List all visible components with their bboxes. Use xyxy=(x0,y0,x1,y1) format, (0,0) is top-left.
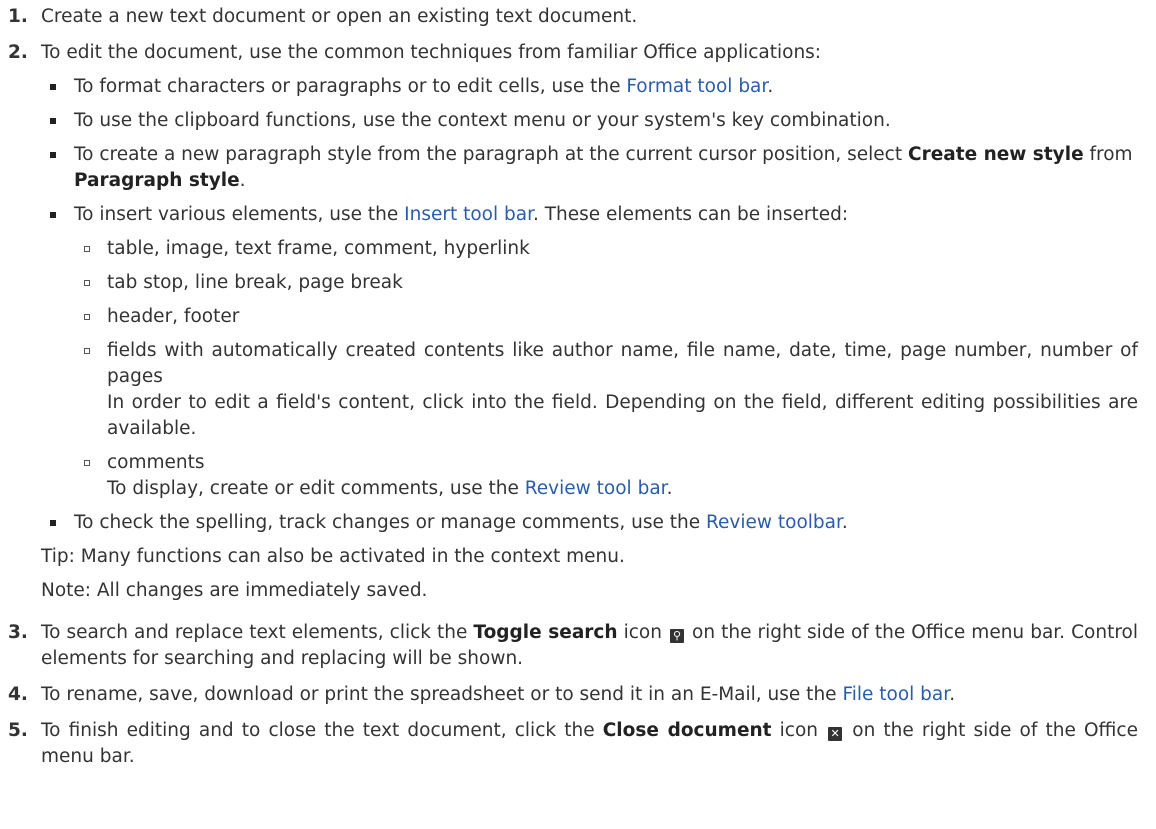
sub-item-text: comments xyxy=(107,452,205,473)
review-toolbar-link-2[interactable]: Review toolbar xyxy=(706,512,842,533)
sub-item-text: header, footer xyxy=(107,306,240,327)
step-text: . xyxy=(949,684,956,705)
step-number: 4. xyxy=(8,684,28,705)
sub-item-tab-stop: tab stop, line break, page break xyxy=(74,270,1138,296)
bullet-text: To check the spelling, track changes or … xyxy=(74,512,707,533)
bullet-text: from xyxy=(1083,144,1133,165)
bullet-text: To use the clipboard functions, use the … xyxy=(74,110,891,131)
insert-toolbar-link[interactable]: Insert tool bar xyxy=(404,204,533,225)
search-icon: ⚲ xyxy=(670,629,685,643)
step-1: 1. Create a new text document or open an… xyxy=(8,4,1138,30)
file-toolbar-link[interactable]: File tool bar xyxy=(842,684,949,705)
step-5: 5. To finish editing and to close the te… xyxy=(8,718,1138,770)
sub-item-note: . xyxy=(666,478,673,499)
close-icon: ✕ xyxy=(828,727,843,741)
bullet-paragraph-style: To create a new paragraph style from the… xyxy=(41,142,1138,194)
step-text: To search and replace text elements, cli… xyxy=(41,622,474,643)
bullet-format: To format characters or paragraphs or to… xyxy=(41,74,1138,100)
step-text: To finish editing and to close the text … xyxy=(41,720,603,741)
bullet-text: To insert various elements, use the xyxy=(74,204,405,225)
bullet-insert: To insert various elements, use the Inse… xyxy=(41,202,1138,502)
step-number: 1. xyxy=(8,6,28,27)
sub-item-fields: fields with automatically created conten… xyxy=(74,338,1138,442)
step-text: icon xyxy=(771,720,827,741)
step-text: Create a new text document or open an ex… xyxy=(41,6,638,27)
sub-item-comments: comments To display, create or edit comm… xyxy=(74,450,1138,502)
sub-item-note: In order to edit a field's content, clic… xyxy=(107,392,1138,439)
step-number: 3. xyxy=(8,622,28,643)
tip-text: Tip: Many functions can also be activate… xyxy=(41,546,625,567)
step-text: To edit the document, use the common tec… xyxy=(41,42,822,63)
bullet-spelling: To check the spelling, track changes or … xyxy=(41,510,1138,536)
review-toolbar-link[interactable]: Review tool bar xyxy=(525,478,667,499)
sub-item-text: table, image, text frame, comment, hyper… xyxy=(107,238,530,259)
step-3: 3. To search and replace text elements, … xyxy=(8,620,1138,672)
bullet-text: To format characters or paragraphs or to… xyxy=(74,76,627,97)
sub-item-header-footer: header, footer xyxy=(74,304,1138,330)
help-document: 1. Create a new text document or open an… xyxy=(0,0,1138,770)
step-text: To rename, save, download or print the s… xyxy=(41,684,843,705)
note-text: Note: All changes are immediately saved. xyxy=(41,580,428,601)
bullet-text: . xyxy=(767,76,774,97)
toggle-search-label: Toggle search xyxy=(473,622,618,643)
bullet-clipboard: To use the clipboard functions, use the … xyxy=(41,108,1138,134)
bullet-text: To create a new paragraph style from the… xyxy=(74,144,908,165)
bullet-text: . xyxy=(841,512,848,533)
step-2: 2. To edit the document, use the common … xyxy=(8,40,1138,604)
sub-item-text: tab stop, line break, page break xyxy=(107,272,403,293)
step-4: 4. To rename, save, download or print th… xyxy=(8,682,1138,708)
step-text: icon xyxy=(617,622,669,643)
paragraph-style-label: Paragraph style xyxy=(74,170,240,191)
step-number: 2. xyxy=(8,42,28,63)
bullet-text: . These elements can be inserted: xyxy=(532,204,849,225)
format-toolbar-link[interactable]: Format tool bar xyxy=(626,76,767,97)
bullet-text: . xyxy=(239,170,246,191)
close-document-label: Close document xyxy=(602,720,772,741)
create-new-style-label: Create new style xyxy=(908,144,1084,165)
sub-item-note: To display, create or edit comments, use… xyxy=(107,478,525,499)
sub-item-table-image: table, image, text frame, comment, hyper… xyxy=(74,236,1138,262)
sub-item-text: fields with automatically created conten… xyxy=(107,340,1138,387)
step-number: 5. xyxy=(8,720,28,741)
